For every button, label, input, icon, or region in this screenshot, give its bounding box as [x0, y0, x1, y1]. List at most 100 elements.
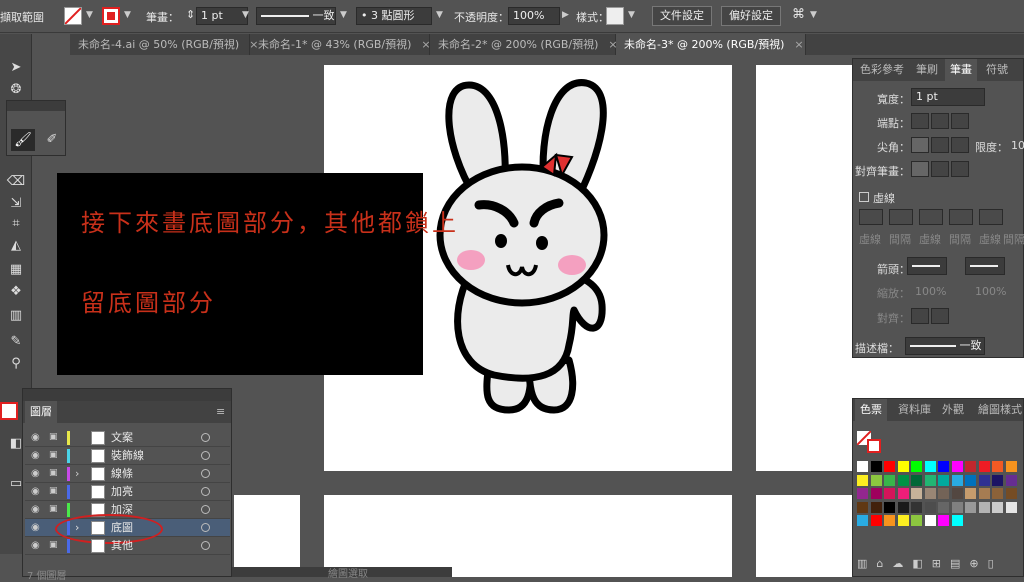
- color-swatch[interactable]: [951, 501, 963, 513]
- chevron-down-icon[interactable]: ▼: [124, 10, 131, 20]
- graphic-style-swatch[interactable]: [606, 7, 624, 25]
- chevron-right-icon[interactable]: ▶: [562, 10, 569, 20]
- stroke-active-icon[interactable]: [867, 439, 881, 453]
- color-swatch[interactable]: [857, 461, 868, 472]
- color-swatch[interactable]: [992, 474, 1003, 486]
- graph-tool-icon[interactable]: ▥: [5, 306, 27, 326]
- close-icon[interactable]: ×: [794, 38, 803, 51]
- panel-menu-icon[interactable]: ≡: [211, 401, 230, 423]
- target-icon[interactable]: [201, 523, 210, 532]
- document-setup-button[interactable]: 文件設定: [652, 6, 712, 26]
- shape-builder-icon[interactable]: ◭: [5, 236, 27, 256]
- lock-icon[interactable]: ▣: [49, 432, 59, 443]
- fill-swatch[interactable]: [64, 7, 82, 25]
- lock-icon[interactable]: ▣: [49, 468, 59, 479]
- color-swatch[interactable]: [1005, 461, 1017, 472]
- color-swatch[interactable]: [897, 515, 909, 526]
- zoom-tool-icon[interactable]: ⚲: [5, 354, 27, 374]
- color-swatch[interactable]: [978, 488, 990, 499]
- color-swatch[interactable]: [965, 461, 976, 472]
- arrow-end-icon[interactable]: [931, 308, 949, 324]
- layer-row[interactable]: ◉ ▣ 其他: [25, 537, 230, 555]
- chevron-down-icon[interactable]: ▼: [86, 10, 93, 20]
- tab-untitled-2[interactable]: 未命名-2* @ 200% (RGB/預視) ×: [430, 34, 618, 55]
- color-swatch[interactable]: [938, 501, 949, 513]
- color-swatch[interactable]: [951, 461, 963, 472]
- round-join-icon[interactable]: [931, 137, 949, 153]
- eye-icon[interactable]: ◉: [31, 450, 43, 461]
- color-swatch[interactable]: [924, 515, 936, 526]
- variable-width-profile[interactable]: 一致: [256, 7, 336, 25]
- layer-name[interactable]: 文案: [111, 429, 133, 447]
- paintbrush-tool-icon[interactable]: 🖌: [11, 129, 35, 151]
- color-swatch[interactable]: [992, 488, 1003, 499]
- color-swatch[interactable]: [897, 474, 909, 486]
- start-scale-value[interactable]: 100%: [915, 285, 946, 298]
- tab-libraries[interactable]: 資料庫: [893, 399, 936, 421]
- free-transform-icon[interactable]: ⌗: [5, 214, 27, 234]
- color-swatch[interactable]: [884, 515, 895, 526]
- eye-icon[interactable]: ◉: [31, 486, 43, 497]
- color-swatch[interactable]: [857, 474, 868, 486]
- target-icon[interactable]: [201, 433, 210, 442]
- color-swatch[interactable]: [911, 488, 922, 499]
- eyedropper-icon[interactable]: ✎: [5, 332, 27, 352]
- eye-icon[interactable]: ◉: [31, 504, 43, 515]
- color-swatch[interactable]: [857, 515, 868, 526]
- color-swatch[interactable]: [870, 461, 882, 472]
- layer-row[interactable]: ◉ ▣ 裝飾線: [25, 447, 230, 465]
- color-swatch[interactable]: [897, 488, 909, 499]
- color-swatch[interactable]: [978, 474, 990, 486]
- layer-name[interactable]: 線條: [111, 465, 133, 483]
- gradient-tool-icon[interactable]: ▦: [5, 260, 27, 280]
- color-swatch[interactable]: [992, 501, 1003, 513]
- lasso-tool-icon[interactable]: ❂: [5, 80, 27, 100]
- tab-symbols[interactable]: 符號: [981, 59, 1013, 81]
- color-swatch[interactable]: [965, 488, 976, 499]
- color-swatch[interactable]: [924, 461, 936, 472]
- dash-input[interactable]: [859, 209, 883, 225]
- chevron-down-icon[interactable]: ▼: [810, 10, 817, 20]
- color-swatch[interactable]: [870, 488, 882, 499]
- eye-icon[interactable]: ◉: [31, 468, 43, 479]
- eye-icon[interactable]: ◉: [31, 540, 43, 551]
- chevron-down-icon[interactable]: ▼: [436, 10, 443, 20]
- color-swatch[interactable]: [911, 501, 922, 513]
- color-swatch[interactable]: [911, 461, 922, 472]
- chevron-down-icon[interactable]: ▼: [340, 10, 347, 20]
- gap-input[interactable]: [949, 209, 973, 225]
- preferences-button[interactable]: 偏好設定: [721, 6, 781, 26]
- align-outside-icon[interactable]: [951, 161, 969, 177]
- align-center-icon[interactable]: [911, 161, 929, 177]
- profile-select[interactable]: 一致: [905, 337, 985, 355]
- color-swatch[interactable]: [1005, 474, 1017, 486]
- lock-icon[interactable]: ▣: [49, 504, 59, 515]
- end-arrow-select[interactable]: [965, 257, 1005, 275]
- chevron-down-icon[interactable]: ▼: [628, 10, 635, 20]
- target-icon[interactable]: [201, 487, 210, 496]
- color-swatch[interactable]: [870, 501, 882, 513]
- stepper-icon[interactable]: ⇕: [186, 8, 195, 21]
- color-swatch[interactable]: [884, 501, 895, 513]
- width-input[interactable]: 1 pt: [911, 88, 985, 106]
- layer-row[interactable]: ◉ ▣ 文案: [25, 429, 230, 447]
- color-swatch[interactable]: [951, 474, 963, 486]
- color-swatch[interactable]: [884, 488, 895, 499]
- gap-input[interactable]: [889, 209, 913, 225]
- color-swatch[interactable]: [951, 488, 963, 499]
- eye-icon[interactable]: ◉: [31, 522, 43, 533]
- color-swatch[interactable]: [951, 515, 963, 526]
- round-cap-icon[interactable]: [931, 113, 949, 129]
- tab-layers[interactable]: 圖層: [25, 401, 57, 423]
- artboard-lower-left[interactable]: [234, 495, 300, 577]
- align-inside-icon[interactable]: [931, 161, 949, 177]
- dash-input[interactable]: [979, 209, 1003, 225]
- stroke-color-indicator[interactable]: [0, 402, 18, 420]
- dashed-checkbox[interactable]: [859, 192, 869, 202]
- lock-icon[interactable]: ▣: [49, 540, 59, 551]
- color-swatch[interactable]: [884, 474, 895, 486]
- end-scale-value[interactable]: 100%: [975, 285, 1006, 298]
- tab-untitled-4[interactable]: 未命名-4.ai @ 50% (RGB/預視) ×: [70, 34, 258, 55]
- tab-appearance[interactable]: 外觀: [937, 399, 969, 421]
- color-swatch[interactable]: [897, 461, 909, 472]
